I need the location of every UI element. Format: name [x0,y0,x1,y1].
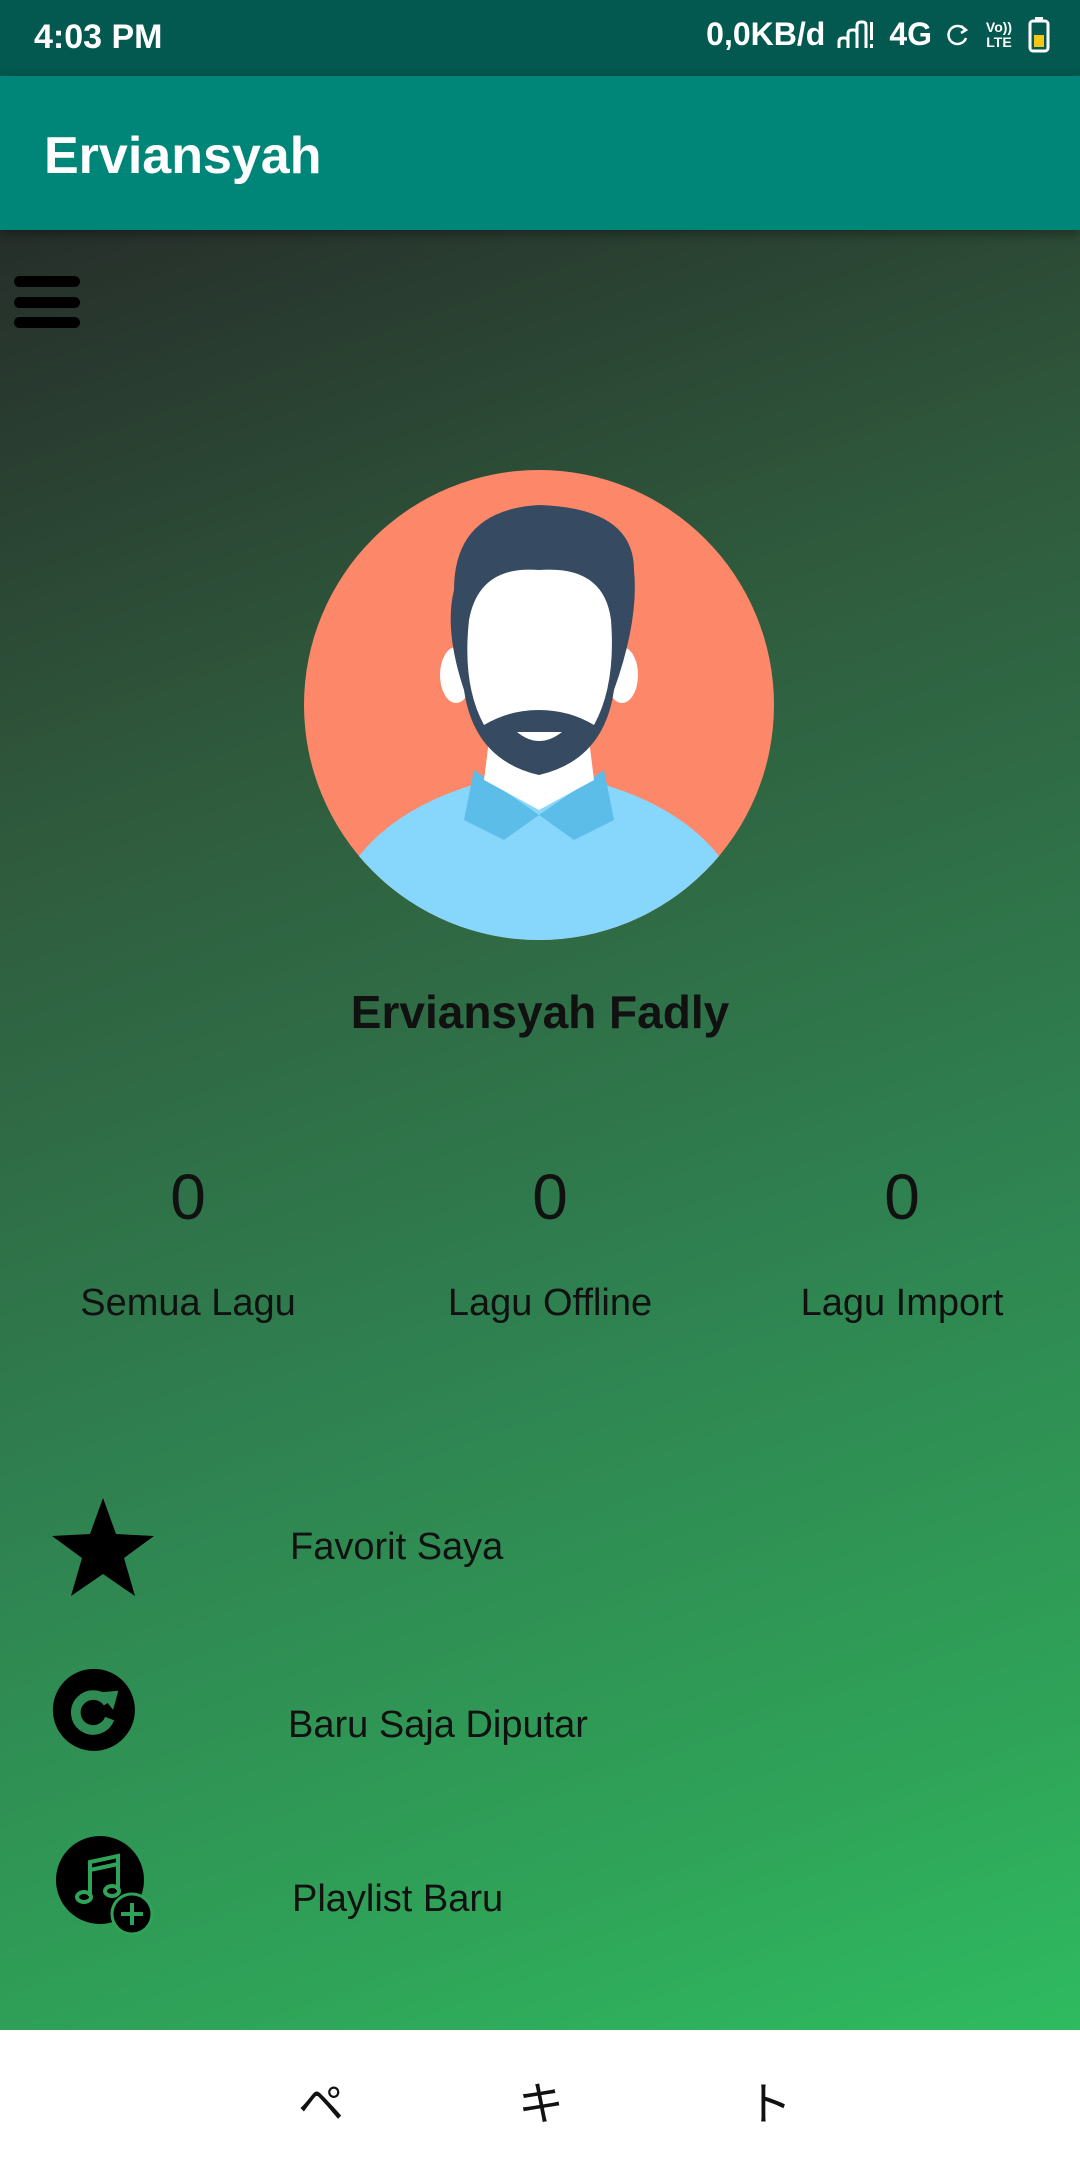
app-title: Erviansyah [44,127,322,185]
nav-back-button[interactable]: ペ [298,2068,344,2134]
menu-bar [14,296,80,308]
menu-bar [14,276,80,287]
menu-item-favorit[interactable]: Favorit Saya [0,1478,1080,1618]
music-add-icon [56,1836,154,1936]
status-icons: 0,0KB/d 4G Vo)) LTE [706,16,1050,53]
stat-lagu-import[interactable]: 0 Lagu Import [722,1160,1080,1325]
menu-bar [14,317,80,328]
stat-lagu-offline[interactable]: 0 Lagu Offline [370,1160,730,1325]
stat-label: Lagu Offline [447,1282,653,1324]
menu-item-label: Favorit Saya [290,1526,504,1568]
stat-label: Lagu Import [800,1282,1004,1324]
signal-icon [837,20,874,48]
stat-value: 0 [532,1161,568,1233]
menu-item-label: Playlist Baru [292,1878,504,1920]
volte-line2: LTE [986,33,1012,50]
stat-semua-lagu[interactable]: 0 Semua Lagu [8,1160,368,1325]
menu-item-playlist[interactable]: Playlist Baru [0,1830,1080,1970]
stat-value: 0 [170,1161,206,1233]
recent-play-icon [52,1668,135,1751]
stat-value: 0 [884,1161,920,1233]
app-bar: Erviansyah [0,76,1080,230]
data-speed: 0,0KB/d [706,16,826,52]
sync-icon [947,24,969,45]
menu-item-recent[interactable]: Baru Saja Diputar [0,1656,1080,1796]
status-bar: 4:03 PM 0,0KB/d 4G Vo)) LTE [0,0,1080,76]
star-icon [52,1498,154,1596]
volte-icon: Vo)) LTE [982,18,1016,50]
battery-icon [1028,16,1050,52]
navigation-bar: ペ キ ト [0,2030,1080,2160]
menu-item-label: Baru Saja Diputar [288,1704,588,1746]
network-type: 4G [889,16,932,52]
status-time: 4:03 PM [34,18,163,56]
nav-recents-button[interactable]: ト [746,2068,792,2134]
stat-label: Semua Lagu [80,1282,296,1324]
volte-line1: Vo)) [985,18,1013,35]
hamburger-menu-icon[interactable] [14,270,80,334]
profile-content: Erviansyah Fadly 0 Semua Lagu 0 Lagu Off… [0,230,1080,2030]
avatar [304,470,774,940]
profile-name: Erviansyah Fadly [350,986,730,1038]
nav-home-button[interactable]: キ [518,2068,564,2134]
